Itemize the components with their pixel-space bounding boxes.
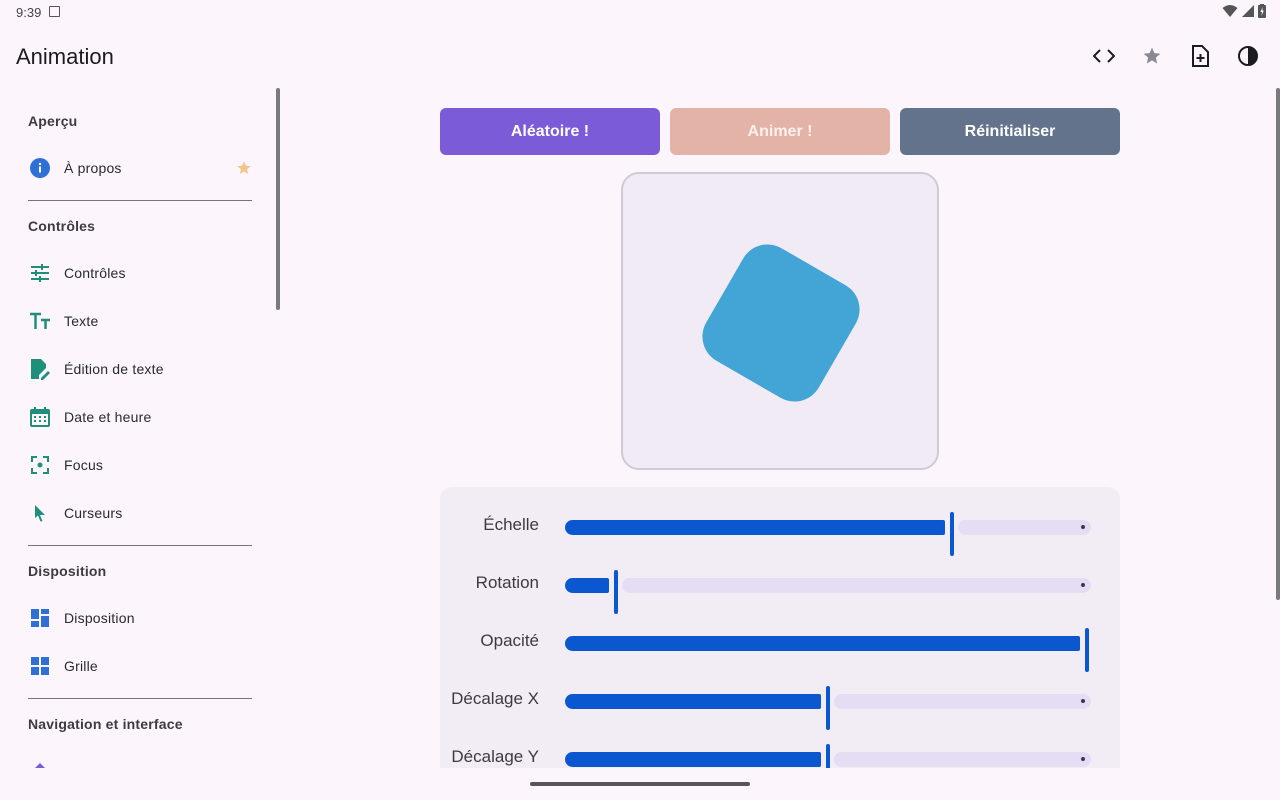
- appbar-actions: [1088, 42, 1264, 70]
- slider-stop-indicator: [1081, 757, 1085, 761]
- section-header-apercu: Aperçu: [28, 113, 78, 129]
- sidebar-item-label: Texte: [64, 313, 99, 329]
- slider-row-decalage-x: Décalage X: [440, 680, 1120, 730]
- slider-active-track: [565, 636, 1080, 651]
- animated-shape: [702, 244, 860, 402]
- text-fields-icon: [28, 309, 52, 333]
- controls-card: Échelle Rotation Opacité Décalage X Déca…: [440, 487, 1120, 768]
- section-header-controles: Contrôles: [28, 218, 96, 234]
- slider-stop-indicator: [1081, 583, 1085, 587]
- section-header-disposition: Disposition: [28, 563, 107, 579]
- grid-icon: [28, 654, 52, 678]
- screenshot-notification-icon: [49, 6, 60, 17]
- offset-y-slider[interactable]: [565, 744, 1091, 768]
- star-icon[interactable]: [1136, 42, 1168, 70]
- sidebar-item-label: Contrôles: [64, 265, 126, 281]
- divider: [28, 698, 252, 699]
- slider-thumb[interactable]: [1085, 628, 1089, 672]
- divider: [28, 200, 252, 201]
- sidebar-item-grille[interactable]: Grille: [28, 646, 252, 686]
- sidebar-item-a-propos[interactable]: À propos: [28, 148, 252, 188]
- slider-row-echelle: Échelle: [440, 506, 1120, 556]
- slider-label: Échelle: [483, 515, 539, 534]
- slider-active-track: [565, 752, 821, 767]
- sidebar-item-disposition[interactable]: Disposition: [28, 598, 252, 638]
- slider-thumb[interactable]: [826, 686, 830, 730]
- slider-row-rotation: Rotation: [440, 564, 1120, 614]
- divider: [28, 545, 252, 546]
- slider-track: [622, 578, 1091, 593]
- sidebar-item-texte[interactable]: Texte: [28, 301, 252, 341]
- sidebar-item-label: Focus: [64, 457, 104, 473]
- slider-active-track: [565, 520, 945, 535]
- slider-thumb[interactable]: [614, 570, 618, 614]
- section-header-navigation: Navigation et interface: [28, 716, 183, 732]
- offset-x-slider[interactable]: [565, 686, 1091, 730]
- slider-track: [834, 752, 1091, 767]
- reset-button[interactable]: Réinitialiser: [900, 108, 1120, 155]
- scale-slider[interactable]: [565, 512, 1091, 556]
- home-indicator[interactable]: [530, 782, 750, 786]
- slider-stop-indicator: [1081, 525, 1085, 529]
- animation-preview: [621, 172, 939, 470]
- animate-button[interactable]: Animer !: [670, 108, 890, 155]
- sidebar-item-label: Grille: [64, 658, 98, 674]
- rotation-slider[interactable]: [565, 570, 1091, 614]
- slider-thumb[interactable]: [826, 744, 830, 768]
- slider-active-track: [565, 578, 609, 593]
- center-focus-icon: [28, 453, 52, 477]
- cursor-icon: [28, 501, 52, 525]
- preview-canvas: [702, 244, 860, 402]
- sidebar-item-label: Curseurs: [64, 505, 123, 521]
- dashboard-icon: [28, 606, 52, 630]
- sidebar-item-label: Disposition: [64, 610, 135, 626]
- status-icons: [1222, 4, 1266, 18]
- sidebar-item-curseurs[interactable]: Curseurs: [28, 493, 252, 533]
- slider-label: Décalage X: [451, 689, 539, 708]
- status-time: 9:39: [16, 5, 42, 20]
- wifi-icon: [1222, 5, 1238, 17]
- slider-label: Décalage Y: [451, 747, 539, 766]
- slider-stop-indicator: [1081, 699, 1085, 703]
- tune-icon: [28, 261, 52, 285]
- sidebar-item-controles[interactable]: Contrôles: [28, 253, 252, 293]
- slider-row-decalage-y: Décalage Y: [440, 738, 1120, 768]
- info-icon: [28, 156, 52, 180]
- status-bar: 9:39: [0, 0, 1280, 24]
- sidebar-item-partial[interactable]: [28, 751, 252, 768]
- top-app-bar: Animation: [0, 32, 1280, 82]
- slider-track: [958, 520, 1091, 535]
- diamond-icon: [28, 759, 52, 768]
- sidebar-item-label: Date et heure: [64, 409, 152, 425]
- navigation-drawer: Aperçu À propos Contrôles Contrôles Text…: [0, 88, 280, 768]
- slider-row-opacite: Opacité: [440, 622, 1120, 672]
- slider-active-track: [565, 694, 821, 709]
- opacity-slider[interactable]: [565, 628, 1091, 672]
- contrast-icon[interactable]: [1232, 42, 1264, 70]
- sidebar-item-date-et-heure[interactable]: Date et heure: [28, 397, 252, 437]
- edit-document-icon: [28, 357, 52, 381]
- random-button[interactable]: Aléatoire !: [440, 108, 660, 155]
- sidebar-item-label: Édition de texte: [64, 361, 164, 377]
- page-title: Animation: [16, 44, 114, 69]
- code-icon[interactable]: [1088, 42, 1120, 70]
- slider-label: Rotation: [475, 573, 539, 592]
- signal-icon: [1242, 5, 1254, 17]
- favorite-star-icon[interactable]: [236, 160, 252, 181]
- slider-track: [834, 694, 1091, 709]
- sidebar-item-focus[interactable]: Focus: [28, 445, 252, 485]
- slider-label: Opacité: [480, 631, 539, 650]
- main-scrollbar[interactable]: [1276, 88, 1280, 600]
- sidebar-scrollbar[interactable]: [276, 88, 280, 310]
- slider-thumb[interactable]: [950, 512, 954, 556]
- sidebar-item-label: À propos: [64, 160, 122, 176]
- battery-icon: [1258, 4, 1266, 18]
- note-add-icon[interactable]: [1184, 42, 1216, 70]
- sidebar-item-edition-de-texte[interactable]: Édition de texte: [28, 349, 252, 389]
- calendar-icon: [28, 405, 52, 429]
